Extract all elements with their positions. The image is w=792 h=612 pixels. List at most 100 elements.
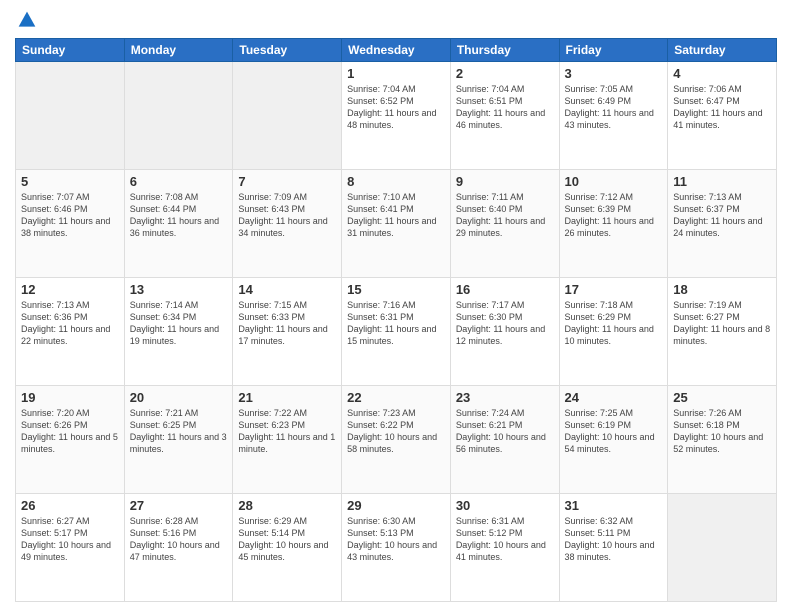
day-number: 7 [238,174,336,189]
day-number: 15 [347,282,445,297]
day-number: 21 [238,390,336,405]
day-info: Sunrise: 7:08 AM Sunset: 6:44 PM Dayligh… [130,191,228,240]
day-info: Sunrise: 7:07 AM Sunset: 6:46 PM Dayligh… [21,191,119,240]
day-info: Sunrise: 6:32 AM Sunset: 5:11 PM Dayligh… [565,515,663,564]
calendar-cell: 28 Sunrise: 6:29 AM Sunset: 5:14 PM Dayli… [233,494,342,602]
calendar-cell [233,62,342,170]
calendar-cell: 4 Sunrise: 7:06 AM Sunset: 6:47 PM Daylig… [668,62,777,170]
calendar-day-header: Thursday [450,39,559,62]
day-info: Sunrise: 7:10 AM Sunset: 6:41 PM Dayligh… [347,191,445,240]
calendar-cell: 25 Sunrise: 7:26 AM Sunset: 6:18 PM Dayli… [668,386,777,494]
day-number: 27 [130,498,228,513]
calendar-cell: 12Sunrise: 7:13 AM Sunset: 6:36 PM Dayli… [16,278,125,386]
day-info: Sunrise: 7:24 AM Sunset: 6:21 PM Dayligh… [456,407,554,456]
day-number: 13 [130,282,228,297]
day-number: 30 [456,498,554,513]
day-number: 17 [565,282,663,297]
day-info: Sunrise: 7:14 AM Sunset: 6:34 PM Dayligh… [130,299,228,348]
calendar-cell: 1 Sunrise: 7:04 AM Sunset: 6:52 PM Daylig… [342,62,451,170]
day-info: Sunrise: 6:28 AM Sunset: 5:16 PM Dayligh… [130,515,228,564]
day-number: 11 [673,174,771,189]
calendar-cell: 6 Sunrise: 7:08 AM Sunset: 6:44 PM Daylig… [124,170,233,278]
day-info: Sunrise: 7:23 AM Sunset: 6:22 PM Dayligh… [347,407,445,456]
calendar-header-row: SundayMondayTuesdayWednesdayThursdayFrid… [16,39,777,62]
calendar-cell: 20 Sunrise: 7:21 AM Sunset: 6:25 PM Dayli… [124,386,233,494]
calendar-cell [124,62,233,170]
day-number: 2 [456,66,554,81]
calendar-day-header: Sunday [16,39,125,62]
day-info: Sunrise: 7:19 AM Sunset: 6:27 PM Dayligh… [673,299,771,348]
calendar-week-row: 19Sunrise: 7:20 AM Sunset: 6:26 PM Dayli… [16,386,777,494]
day-number: 4 [673,66,771,81]
calendar-cell: 8 Sunrise: 7:10 AM Sunset: 6:41 PM Daylig… [342,170,451,278]
day-info: Sunrise: 6:29 AM Sunset: 5:14 PM Dayligh… [238,515,336,564]
day-number: 16 [456,282,554,297]
calendar-cell: 9 Sunrise: 7:11 AM Sunset: 6:40 PM Daylig… [450,170,559,278]
calendar-week-row: 5Sunrise: 7:07 AM Sunset: 6:46 PM Daylig… [16,170,777,278]
day-info: Sunrise: 7:26 AM Sunset: 6:18 PM Dayligh… [673,407,771,456]
calendar-cell: 26 Sunrise: 6:27 AM Sunset: 5:17 PM Dayli… [16,494,125,602]
day-info: Sunrise: 6:31 AM Sunset: 5:12 PM Dayligh… [456,515,554,564]
day-number: 3 [565,66,663,81]
day-number: 14 [238,282,336,297]
calendar-page: SundayMondayTuesdayWednesdayThursdayFrid… [0,0,792,612]
calendar-cell [16,62,125,170]
calendar-week-row: 12Sunrise: 7:13 AM Sunset: 6:36 PM Dayli… [16,278,777,386]
calendar-cell: 2 Sunrise: 7:04 AM Sunset: 6:51 PM Daylig… [450,62,559,170]
day-number: 28 [238,498,336,513]
day-info: Sunrise: 7:11 AM Sunset: 6:40 PM Dayligh… [456,191,554,240]
day-number: 9 [456,174,554,189]
day-info: Sunrise: 7:13 AM Sunset: 6:37 PM Dayligh… [673,191,771,240]
calendar-week-row: 1 Sunrise: 7:04 AM Sunset: 6:52 PM Daylig… [16,62,777,170]
calendar-cell: 18 Sunrise: 7:19 AM Sunset: 6:27 PM Dayli… [668,278,777,386]
day-info: Sunrise: 7:12 AM Sunset: 6:39 PM Dayligh… [565,191,663,240]
day-info: Sunrise: 7:05 AM Sunset: 6:49 PM Dayligh… [565,83,663,132]
calendar-day-header: Friday [559,39,668,62]
day-number: 10 [565,174,663,189]
calendar-table: SundayMondayTuesdayWednesdayThursdayFrid… [15,38,777,602]
calendar-cell: 27 Sunrise: 6:28 AM Sunset: 5:16 PM Dayli… [124,494,233,602]
calendar-day-header: Wednesday [342,39,451,62]
logo [15,10,37,30]
calendar-cell: 10 Sunrise: 7:12 AM Sunset: 6:39 PM Dayli… [559,170,668,278]
calendar-cell: 11 Sunrise: 7:13 AM Sunset: 6:37 PM Dayli… [668,170,777,278]
calendar-cell: 22Sunrise: 7:23 AM Sunset: 6:22 PM Dayli… [342,386,451,494]
day-info: Sunrise: 7:06 AM Sunset: 6:47 PM Dayligh… [673,83,771,132]
calendar-cell: 29Sunrise: 6:30 AM Sunset: 5:13 PM Dayli… [342,494,451,602]
day-number: 24 [565,390,663,405]
calendar-day-header: Tuesday [233,39,342,62]
day-info: Sunrise: 7:21 AM Sunset: 6:25 PM Dayligh… [130,407,228,456]
day-info: Sunrise: 7:15 AM Sunset: 6:33 PM Dayligh… [238,299,336,348]
day-number: 18 [673,282,771,297]
header [15,10,777,30]
calendar-cell [668,494,777,602]
calendar-cell: 3 Sunrise: 7:05 AM Sunset: 6:49 PM Daylig… [559,62,668,170]
day-info: Sunrise: 7:17 AM Sunset: 6:30 PM Dayligh… [456,299,554,348]
calendar-cell: 5Sunrise: 7:07 AM Sunset: 6:46 PM Daylig… [16,170,125,278]
day-info: Sunrise: 6:27 AM Sunset: 5:17 PM Dayligh… [21,515,119,564]
day-info: Sunrise: 7:04 AM Sunset: 6:52 PM Dayligh… [347,83,445,132]
day-info: Sunrise: 7:20 AM Sunset: 6:26 PM Dayligh… [21,407,119,456]
calendar-cell: 14 Sunrise: 7:15 AM Sunset: 6:33 PM Dayli… [233,278,342,386]
day-number: 8 [347,174,445,189]
day-info: Sunrise: 7:09 AM Sunset: 6:43 PM Dayligh… [238,191,336,240]
day-number: 23 [456,390,554,405]
calendar-cell: 16 Sunrise: 7:17 AM Sunset: 6:30 PM Dayli… [450,278,559,386]
day-number: 20 [130,390,228,405]
day-info: Sunrise: 7:13 AM Sunset: 6:36 PM Dayligh… [21,299,119,348]
day-number: 31 [565,498,663,513]
calendar-cell: 24 Sunrise: 7:25 AM Sunset: 6:19 PM Dayli… [559,386,668,494]
day-info: Sunrise: 7:25 AM Sunset: 6:19 PM Dayligh… [565,407,663,456]
calendar-cell: 23 Sunrise: 7:24 AM Sunset: 6:21 PM Dayli… [450,386,559,494]
day-info: Sunrise: 7:04 AM Sunset: 6:51 PM Dayligh… [456,83,554,132]
day-info: Sunrise: 7:22 AM Sunset: 6:23 PM Dayligh… [238,407,336,456]
day-number: 1 [347,66,445,81]
calendar-cell: 13 Sunrise: 7:14 AM Sunset: 6:34 PM Dayli… [124,278,233,386]
calendar-day-header: Saturday [668,39,777,62]
calendar-cell: 15 Sunrise: 7:16 AM Sunset: 6:31 PM Dayli… [342,278,451,386]
day-number: 26 [21,498,119,513]
day-number: 25 [673,390,771,405]
day-info: Sunrise: 7:16 AM Sunset: 6:31 PM Dayligh… [347,299,445,348]
calendar-cell: 7 Sunrise: 7:09 AM Sunset: 6:43 PM Daylig… [233,170,342,278]
day-number: 6 [130,174,228,189]
